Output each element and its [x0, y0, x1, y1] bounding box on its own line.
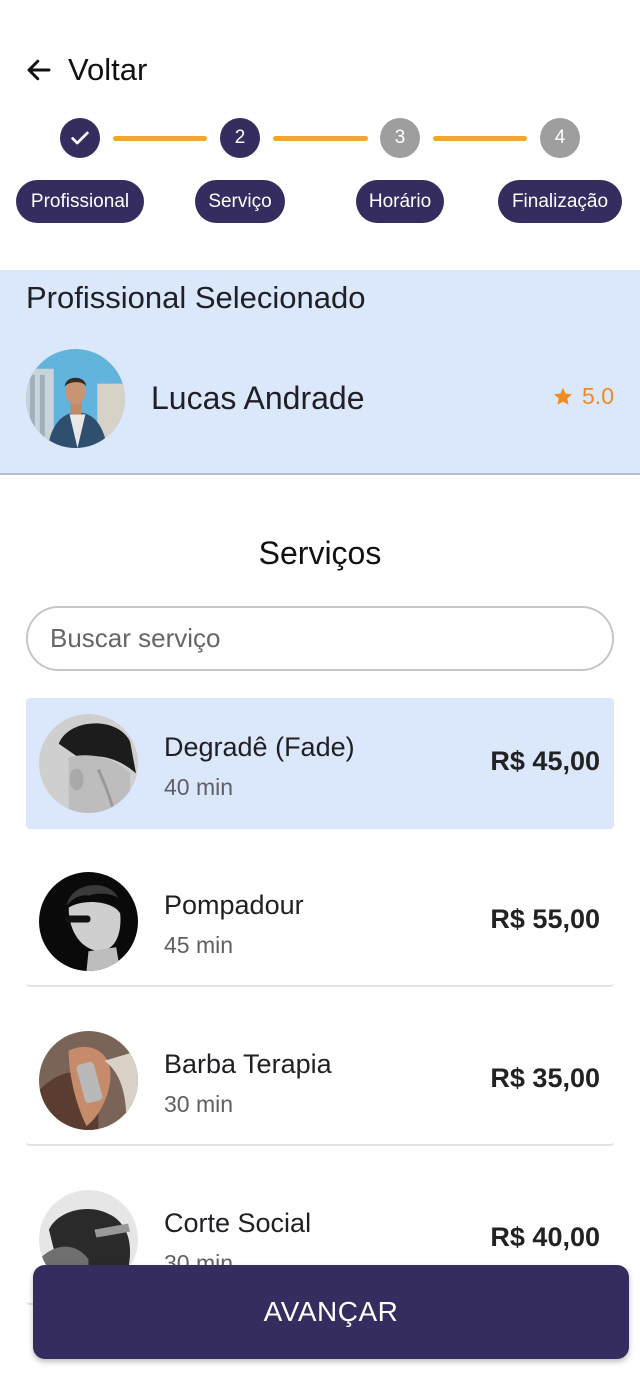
back-button[interactable]: Voltar [24, 52, 147, 88]
service-image [39, 1031, 138, 1130]
professional-name: Lucas Andrade [151, 380, 365, 416]
step-2-circle: 2 [220, 118, 260, 158]
service-search-input[interactable] [26, 606, 614, 671]
professional-rating: 5.0 [552, 383, 614, 410]
rating-value: 5.0 [582, 383, 614, 409]
step-connector [433, 136, 527, 141]
selected-professional-card: Profissional Selecionado Lucas Andrade 5… [0, 270, 640, 475]
service-name: Degradê (Fade) [164, 732, 355, 762]
service-item-barba-terapia[interactable]: Barba Terapia 30 min R$ 35,00 [26, 1015, 614, 1146]
back-label: Voltar [68, 52, 148, 87]
arrow-left-icon [27, 59, 51, 81]
professional-section-title: Profissional Selecionado [26, 280, 366, 315]
service-duration: 30 min [164, 1091, 234, 1117]
service-image [39, 872, 138, 971]
advance-button[interactable]: AVANÇAR [33, 1265, 629, 1359]
service-duration: 40 min [164, 774, 234, 800]
step-1-circle [60, 118, 100, 158]
step-3-circle: 3 [380, 118, 420, 158]
progress-stepper: 2 3 4 Profissional Serviço Horário Final… [0, 116, 640, 226]
step-connector [113, 136, 207, 141]
service-duration: 45 min [164, 932, 234, 958]
service-name: Corte Social [164, 1208, 312, 1238]
service-name: Barba Terapia [164, 1049, 332, 1079]
service-price: R$ 45,00 [490, 746, 600, 776]
step-connector [273, 136, 368, 141]
star-icon [554, 387, 572, 405]
step-2-label[interactable]: Serviço [195, 180, 285, 223]
service-price: R$ 40,00 [490, 1222, 600, 1252]
service-price: R$ 55,00 [490, 904, 600, 934]
step-4-circle: 4 [540, 118, 580, 158]
service-item-degrade[interactable]: Degradê (Fade) 40 min R$ 45,00 [26, 698, 614, 829]
service-price: R$ 35,00 [490, 1063, 600, 1093]
step-3-label[interactable]: Horário [356, 180, 444, 223]
step-4-label[interactable]: Finalização [498, 180, 622, 223]
service-image [39, 714, 138, 813]
service-name: Pompadour [164, 890, 304, 920]
step-1-label[interactable]: Profissional [16, 180, 144, 223]
professional-avatar [26, 349, 125, 448]
services-title: Serviços [258, 535, 382, 571]
service-item-pompadour[interactable]: Pompadour 45 min R$ 55,00 [26, 856, 614, 987]
check-icon [71, 131, 89, 145]
